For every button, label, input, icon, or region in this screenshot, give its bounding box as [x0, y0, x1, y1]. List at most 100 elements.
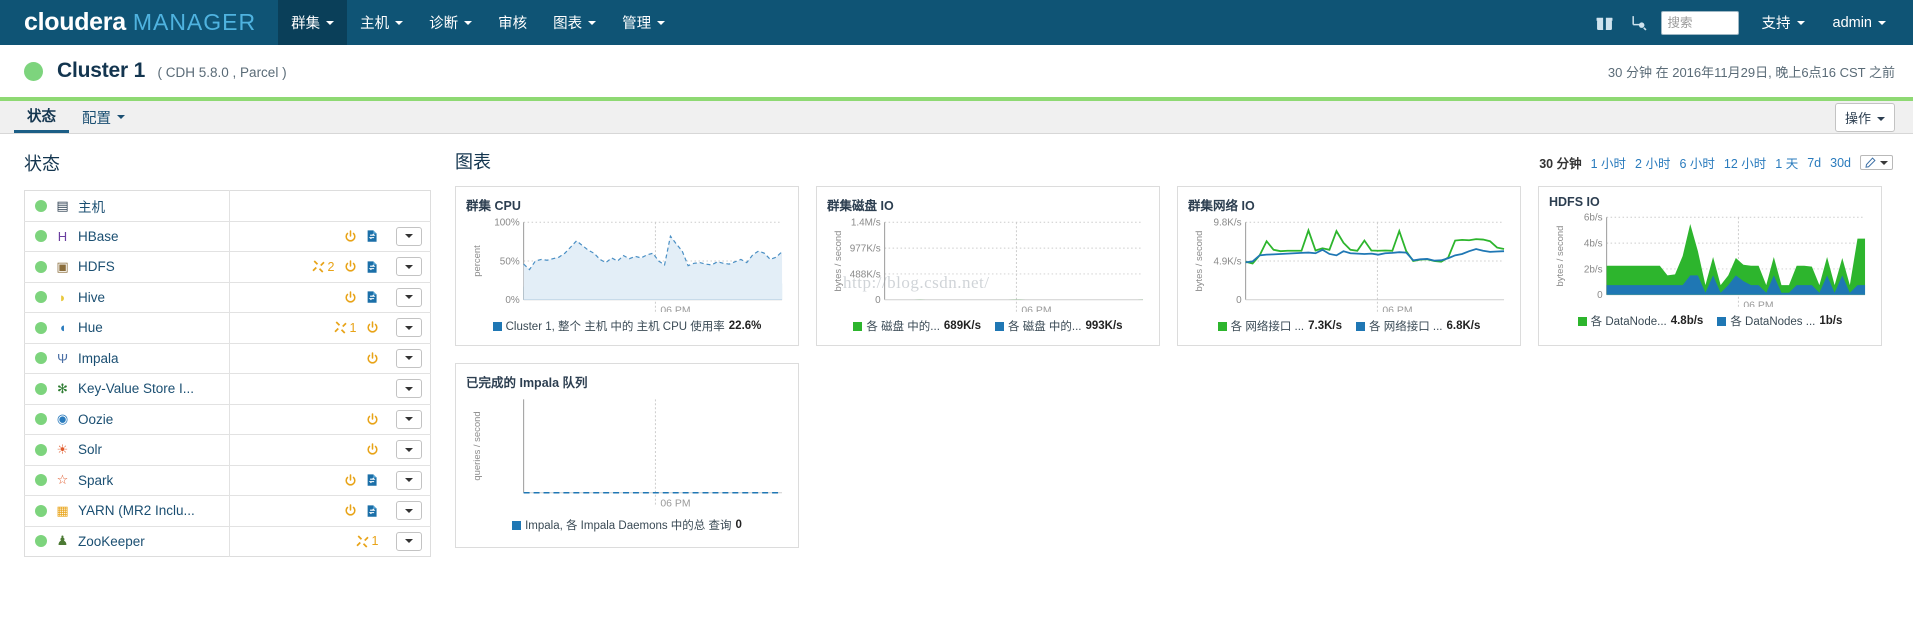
charts-grid: 群集 CPU percent 100% 50% 0% 06 PM Cluster 1, 整个… — [455, 186, 1897, 548]
service-actions-dropdown[interactable] — [396, 318, 423, 338]
brand-primary: cloudera — [24, 8, 126, 36]
series-1 — [523, 236, 783, 300]
time-range-6[interactable]: 7d — [1807, 156, 1821, 170]
stale-config-icon[interactable] — [366, 473, 379, 487]
cloudera-manager-logo[interactable]: cloudera MANAGER — [0, 0, 279, 45]
status-panel-title: 状态 — [24, 154, 60, 174]
service-name-link[interactable]: Hive — [78, 290, 105, 305]
service-actions-dropdown[interactable] — [396, 379, 423, 399]
actions-button[interactable]: 操作 — [1834, 102, 1895, 132]
service-status-indicator — [35, 535, 47, 548]
time-range-1[interactable]: 1 小时 — [1591, 153, 1626, 172]
service-menu-cell — [389, 221, 431, 252]
service-badges-cell — [230, 191, 389, 222]
time-range-2[interactable]: 2 小时 — [1635, 153, 1670, 172]
tab-1[interactable]: 配置 — [69, 101, 138, 133]
nav-item-0[interactable]: 群集 — [278, 0, 348, 45]
config-warning-badge[interactable]: 2 — [311, 260, 335, 274]
legend-item[interactable]: Impala, 各 Impala Daemons 中的总 查询 0 — [512, 517, 742, 533]
search-input[interactable] — [1660, 10, 1739, 35]
service-actions-dropdown[interactable] — [396, 287, 423, 307]
stale-config-icon[interactable] — [366, 504, 379, 518]
legend-value: 993K/s — [1085, 320, 1123, 332]
service-actions-dropdown[interactable] — [396, 257, 423, 277]
nav-item-5[interactable]: 管理 — [609, 0, 678, 45]
service-actions-dropdown[interactable] — [396, 348, 423, 368]
legend-item[interactable]: 各 磁盘 中的... 689K/s — [853, 318, 981, 334]
legend-item[interactable]: 各 DataNodes ... 1b/s — [1717, 313, 1842, 329]
chart-legend: 各 DataNode... 4.8b/s 各 DataNodes ... 1b/s — [1549, 313, 1871, 329]
service-name-link[interactable]: Spark — [78, 473, 113, 488]
config-warning-badge[interactable]: 1 — [333, 320, 357, 335]
restart-required-icon[interactable] — [344, 474, 357, 487]
service-actions-dropdown[interactable] — [396, 409, 423, 429]
restart-required-icon[interactable] — [366, 321, 379, 334]
restart-required-icon[interactable] — [366, 443, 379, 456]
time-range-7[interactable]: 30d — [1830, 156, 1851, 170]
nav-item-4[interactable]: 图表 — [540, 0, 609, 45]
nav-item-2[interactable]: 诊断 — [416, 0, 485, 45]
edit-time-range-button[interactable] — [1860, 155, 1893, 170]
service-name-link[interactable]: Hue — [78, 320, 103, 335]
restart-required-icon[interactable] — [344, 260, 357, 273]
svg-text:bytes / second: bytes / second — [1194, 231, 1205, 292]
stale-config-icon[interactable] — [366, 260, 379, 274]
tab-0[interactable]: 状态 — [14, 101, 69, 133]
time-range-5[interactable]: 1 天 — [1775, 153, 1798, 172]
restart-required-icon[interactable] — [366, 352, 379, 365]
chart-cluster-disk-io[interactable]: 群集磁盘 IO bytes / second 1.4M/s 977K/s 488K/s 0… — [816, 186, 1160, 346]
chart-impala-completed-queries[interactable]: 已完成的 Impala 队列 queries / second 06 PM Impal… — [455, 363, 799, 548]
chart-cluster-network-io[interactable]: 群集网络 IO bytes / second 9.8K/s 4.9K/s 0 06 PM 各… — [1177, 186, 1521, 346]
stale-config-icon[interactable] — [366, 290, 379, 304]
nav-item-label: 审核 — [498, 16, 528, 32]
legend-item[interactable]: Cluster 1, 整个 主机 中的 主机 CPU 使用率 22.6% — [492, 318, 761, 334]
support-menu[interactable]: 支持 — [1749, 12, 1818, 33]
service-actions-dropdown[interactable] — [396, 470, 423, 490]
cluster-header: Cluster 1 ( CDH 5.8.0 , Parcel ) 30 分钟 在… — [0, 45, 1913, 97]
tab-label: 配置 — [82, 110, 111, 127]
service-name-cell: ▦ YARN (MR2 Inclu... — [24, 495, 230, 526]
user-menu[interactable]: admin — [1820, 15, 1900, 31]
service-name-link[interactable]: HDFS — [78, 259, 115, 274]
service-name-link[interactable]: Oozie — [78, 412, 113, 427]
legend-label: 各 网络接口 ... — [1230, 321, 1305, 333]
service-actions-dropdown[interactable] — [396, 440, 423, 460]
service-actions-dropdown[interactable] — [396, 531, 423, 551]
restart-required-icon[interactable] — [366, 413, 379, 426]
service-actions-dropdown[interactable] — [396, 226, 423, 246]
legend-item[interactable]: 各 网络接口 ... 6.8K/s — [1356, 318, 1480, 334]
time-range-3[interactable]: 6 小时 — [1679, 153, 1714, 172]
service-name-link[interactable]: HBase — [78, 229, 119, 244]
parcel-icon[interactable] — [1623, 0, 1655, 45]
config-warning-badge[interactable]: 1 — [355, 534, 379, 548]
stale-config-icon[interactable] — [366, 229, 379, 243]
nav-item-1[interactable]: 主机 — [347, 0, 416, 45]
cluster-name[interactable]: Cluster 1 — [57, 59, 145, 82]
gift-icon[interactable] — [1589, 0, 1621, 45]
service-name-link[interactable]: 主机 — [78, 196, 105, 216]
table-row: ✻ Key-Value Store I... — [24, 373, 431, 404]
time-range-0[interactable]: 30 分钟 — [1539, 153, 1581, 172]
restart-required-icon[interactable] — [344, 291, 357, 304]
service-name-link[interactable]: Key-Value Store I... — [78, 381, 194, 396]
service-actions-dropdown[interactable] — [396, 501, 423, 521]
nav-item-3[interactable]: 审核 — [485, 0, 540, 45]
chart-title: 群集网络 IO — [1188, 199, 1255, 213]
legend-item[interactable]: 各 网络接口 ... 7.3K/s — [1217, 318, 1342, 334]
restart-required-icon[interactable] — [344, 504, 357, 517]
service-name-link[interactable]: ZooKeeper — [78, 534, 145, 549]
chart-hdfs-io[interactable]: HDFS IO bytes / second 6b/s 4b/s 2b/s 0 06 PM 各… — [1538, 186, 1882, 346]
chart-cluster-cpu[interactable]: 群集 CPU percent 100% 50% 0% 06 PM Cluster 1, 整个… — [455, 186, 799, 346]
legend-item[interactable]: 各 DataNode... 4.8b/s — [1577, 313, 1703, 329]
service-name-link[interactable]: Solr — [78, 442, 102, 457]
service-name-cell: ▣ HDFS — [24, 251, 230, 282]
restart-required-icon[interactable] — [344, 230, 357, 243]
config-warning-count: 1 — [349, 320, 357, 335]
time-range-4[interactable]: 12 小时 — [1724, 153, 1766, 172]
legend-item[interactable]: 各 磁盘 中的... 993K/s — [995, 318, 1123, 334]
table-row: ◗ Hive — [24, 282, 431, 313]
chart-title: HDFS IO — [1549, 195, 1600, 209]
service-menu-cell — [389, 465, 431, 496]
service-name-link[interactable]: YARN (MR2 Inclu... — [78, 503, 195, 518]
service-name-link[interactable]: Impala — [78, 351, 119, 366]
